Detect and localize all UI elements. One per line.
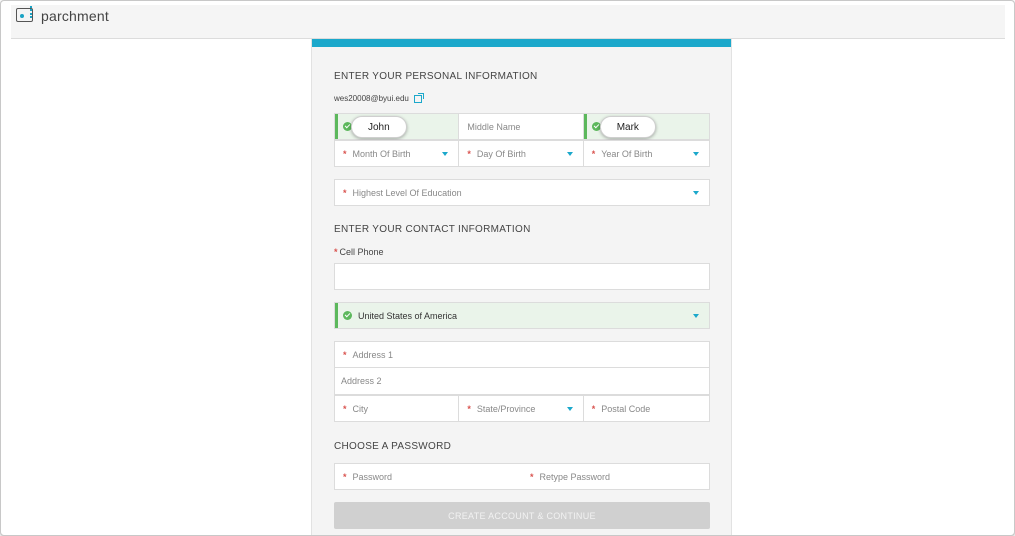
last-name-field[interactable]: Mark xyxy=(583,114,710,139)
parchment-logo-icon xyxy=(16,6,36,24)
month-placeholder: Month Of Birth xyxy=(352,148,411,159)
signup-form-panel: ENTER YOUR PERSONAL INFORMATION wes20008… xyxy=(311,39,732,535)
state-select[interactable]: * State/Province xyxy=(459,396,584,421)
last-name-value: Mark xyxy=(599,116,656,138)
required-marker: * xyxy=(343,471,347,482)
address2-input[interactable]: Address 2 xyxy=(335,368,709,394)
caret-down-icon xyxy=(566,407,573,411)
middle-name-field[interactable]: Middle Name xyxy=(459,114,584,139)
check-circle-icon xyxy=(343,311,352,320)
country-select[interactable]: United States of America xyxy=(335,303,709,328)
education-row: * Highest Level Of Education xyxy=(334,179,710,206)
city-input[interactable]: * City xyxy=(335,396,460,421)
birth-date-row: * Month Of Birth * Day Of Birth * Year O… xyxy=(334,140,710,167)
required-marker: * xyxy=(591,148,596,159)
city-state-postal-row: * City * State/Province * Postal Code xyxy=(334,395,710,422)
required-marker: * xyxy=(467,148,471,159)
address1-input[interactable]: * Address 1 xyxy=(335,342,709,367)
caret-down-icon xyxy=(442,152,449,156)
panel-accent-bar xyxy=(312,39,731,47)
cell-phone-input[interactable] xyxy=(335,264,709,289)
city-placeholder: City xyxy=(352,403,369,414)
retype-password-placeholder: Retype Password xyxy=(539,471,611,482)
first-name-value: John xyxy=(351,116,407,138)
brand-name: parchment xyxy=(41,8,109,24)
external-link-icon[interactable] xyxy=(413,92,424,103)
browser-window: parchment ENTER YOUR PERSONAL INFORMATIO… xyxy=(0,0,1015,536)
month-of-birth-select[interactable]: * Month Of Birth xyxy=(335,141,460,166)
email-line: wes20008@byui.edu xyxy=(334,92,424,103)
required-marker: * xyxy=(343,148,347,159)
country-row: United States of America xyxy=(334,302,710,329)
password-input[interactable]: * Password xyxy=(335,464,522,489)
cell-phone-row xyxy=(334,263,710,290)
password-row: * Password * Retype Password xyxy=(334,463,710,490)
contact-info-heading: ENTER YOUR CONTACT INFORMATION xyxy=(334,224,531,235)
name-row: John Middle Name Mark xyxy=(334,113,710,140)
email-address: wes20008@byui.edu xyxy=(334,94,409,103)
education-select[interactable]: * Highest Level Of Education xyxy=(335,180,709,205)
day-of-birth-select[interactable]: * Day Of Birth xyxy=(459,141,584,166)
required-marker: * xyxy=(343,349,347,360)
address2-placeholder: Address 2 xyxy=(341,376,382,386)
state-placeholder: State/Province xyxy=(476,403,536,414)
password-heading: CHOOSE A PASSWORD xyxy=(334,441,452,452)
country-value: United States of America xyxy=(358,310,458,321)
required-marker: * xyxy=(530,471,534,482)
personal-info-heading: ENTER YOUR PERSONAL INFORMATION xyxy=(334,71,538,82)
caret-down-icon xyxy=(693,191,699,195)
cell-phone-label: * Cell Phone xyxy=(334,247,384,257)
cell-phone-label-text: Cell Phone xyxy=(339,247,384,257)
middle-name-placeholder: Middle Name xyxy=(467,121,521,132)
required-marker: * xyxy=(467,403,471,414)
top-bar: parchment xyxy=(11,5,1005,39)
required-marker: * xyxy=(343,403,347,414)
year-of-birth-select[interactable]: * Year Of Birth xyxy=(584,141,709,166)
caret-down-icon xyxy=(693,314,699,318)
day-placeholder: Day Of Birth xyxy=(476,148,526,159)
education-placeholder: Highest Level Of Education xyxy=(352,187,462,198)
required-marker: * xyxy=(591,403,596,414)
postal-placeholder: Postal Code xyxy=(601,403,651,414)
postal-code-input[interactable]: * Postal Code xyxy=(584,396,709,421)
caret-down-icon xyxy=(693,152,700,156)
address1-placeholder: Address 1 xyxy=(352,349,394,360)
retype-password-input[interactable]: * Retype Password xyxy=(522,464,709,489)
required-marker: * xyxy=(334,247,338,257)
create-account-button[interactable]: CREATE ACCOUNT & CONTINUE xyxy=(334,502,710,529)
password-placeholder: Password xyxy=(352,471,393,482)
parchment-logo[interactable]: parchment xyxy=(16,6,109,24)
caret-down-icon xyxy=(566,152,573,156)
address1-row: * Address 1 xyxy=(334,341,710,368)
required-marker: * xyxy=(343,187,347,198)
year-placeholder: Year Of Birth xyxy=(601,148,653,159)
first-name-field[interactable]: John xyxy=(335,114,460,139)
address2-row: Address 2 xyxy=(334,368,710,395)
